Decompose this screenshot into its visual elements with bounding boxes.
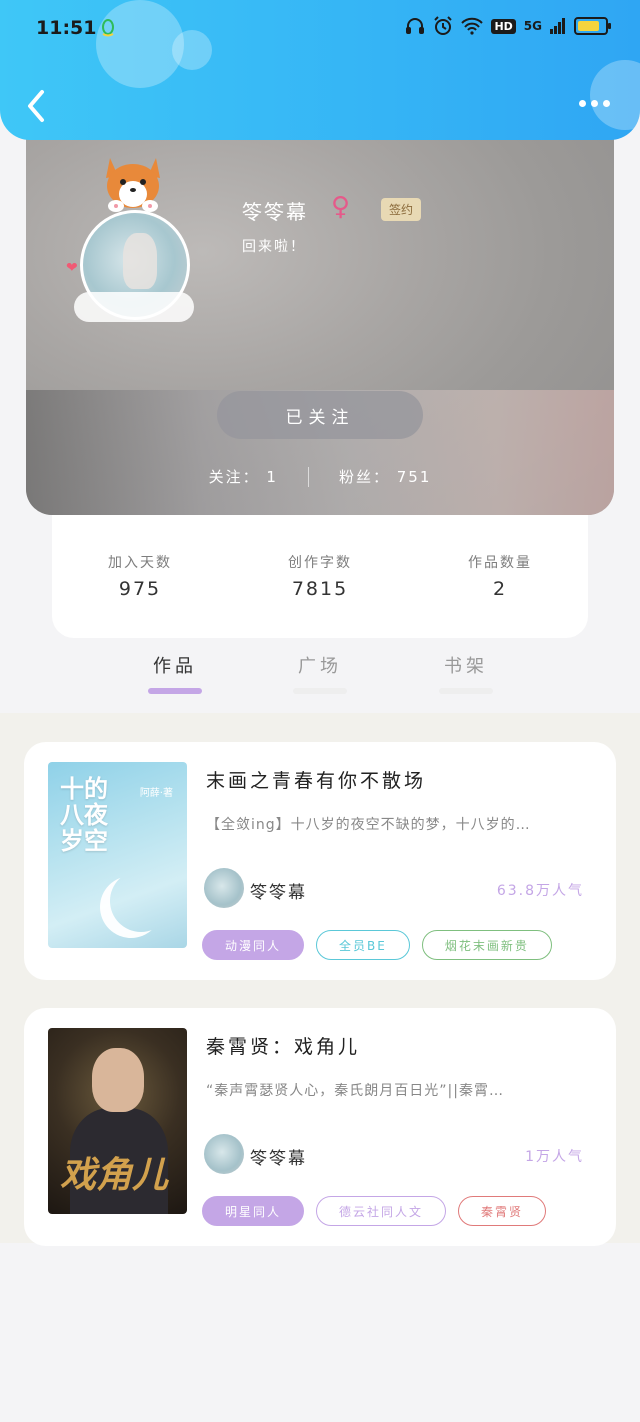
stat-word-count: 创作字数 7815	[250, 552, 390, 600]
signal-bars-icon	[550, 18, 565, 34]
works-list: 十的八夜岁空 阿薛·著 末画之青春有你不散场 【全敛ing】十八岁的夜空不缺的梦…	[0, 713, 640, 1246]
tag[interactable]: 德云社同人文	[316, 1196, 447, 1226]
following-count: 1	[266, 468, 278, 486]
tag[interactable]: 全员BE	[316, 930, 410, 960]
tab-indicator	[293, 688, 347, 694]
tab-bookshelf[interactable]: 书架	[426, 652, 506, 694]
author-name[interactable]: 笭笭幕	[250, 1144, 307, 1169]
tag[interactable]: 明星同人	[202, 1196, 305, 1226]
fans-link[interactable]: 粉丝： 751	[339, 466, 431, 487]
network-type: 5G	[523, 19, 542, 33]
tag[interactable]: 动漫同人	[202, 930, 305, 960]
tab-indicator	[148, 688, 202, 694]
hd-indicator: HD	[491, 18, 516, 34]
follow-stats: 关注： 1 粉丝： 751	[26, 466, 614, 487]
cover-portrait	[92, 1048, 144, 1112]
decor-bubble	[172, 30, 212, 70]
content-tabs: 作品 广场 书架	[0, 652, 640, 712]
author-name[interactable]: 笭笭幕	[250, 878, 307, 903]
tab-label: 广场	[298, 656, 342, 677]
decor-bubble	[590, 60, 640, 130]
tag[interactable]: 烟花末画新贵	[421, 930, 552, 960]
more-dot-icon	[603, 100, 610, 107]
tag-list: 明星同人 德云社同人文 秦霄贤	[202, 1196, 547, 1226]
following-label: 关注：	[208, 468, 260, 486]
tab-label: 作品	[153, 656, 197, 677]
wifi-icon	[461, 17, 484, 35]
alarm-icon	[434, 16, 453, 35]
cover-author: 阿薛·著	[139, 788, 173, 799]
follow-button[interactable]: 已关注	[217, 391, 423, 439]
stat-join-days: 加入天数 975	[70, 552, 210, 600]
avatar-frame-cloud	[74, 292, 194, 322]
tag[interactable]: 秦霄贤	[458, 1196, 547, 1226]
work-card[interactable]: 十的八夜岁空 阿薛·著 末画之青春有你不散场 【全敛ing】十八岁的夜空不缺的梦…	[24, 742, 616, 980]
work-description: 【全敛ing】十八岁的夜空不缺的梦，十八岁的…	[206, 817, 531, 833]
back-button[interactable]	[22, 88, 52, 124]
stat-label: 创作字数	[288, 555, 352, 571]
tab-square[interactable]: 广场	[280, 652, 360, 694]
decor-bubble	[96, 0, 184, 88]
stat-value: 975	[118, 578, 162, 600]
profile-card: ❤ 笭笭幕 ♀ 签约 回来啦！ 已关注 关注： 1 粉丝： 751	[26, 110, 614, 515]
moon-icon	[110, 870, 172, 932]
female-gender-icon: ♀	[331, 192, 351, 222]
tab-works[interactable]: 作品	[135, 652, 215, 694]
tab-indicator	[439, 688, 493, 694]
stat-value: 7815	[291, 578, 349, 600]
status-icons: HD 5G	[405, 16, 611, 36]
more-dot-icon	[591, 100, 598, 107]
avatar[interactable]: ❤	[66, 152, 198, 322]
popularity-count: 63.8万人气	[496, 883, 584, 899]
author-avatar[interactable]	[204, 1134, 244, 1174]
work-title[interactable]: 秦霄贤：戏角儿	[206, 1032, 360, 1059]
following-link[interactable]: 关注： 1	[209, 466, 278, 487]
headphones-icon	[406, 18, 425, 34]
username: 笭笭幕	[242, 200, 308, 224]
stat-works-count: 作品数量 2	[430, 552, 570, 600]
more-options-button[interactable]	[579, 100, 610, 107]
work-title[interactable]: 末画之青春有你不散场	[206, 766, 426, 793]
heart-icon: ❤	[66, 260, 78, 276]
cover-title: 十的八夜岁空	[60, 775, 108, 855]
work-card[interactable]: 戏角儿 秦霄贤：戏角儿 “秦声霄瑟贤人心，秦氏朗月百日光”||秦霄… 笭笭幕 1…	[24, 1008, 616, 1246]
author-avatar[interactable]	[204, 868, 244, 908]
fans-count: 751	[396, 468, 432, 486]
profile-motto: 回来啦！	[242, 239, 306, 255]
tag-list: 动漫同人 全员BE 烟花末画新贵	[202, 930, 552, 960]
popularity-count: 1万人气	[525, 1149, 584, 1165]
stat-label: 加入天数	[108, 555, 172, 571]
corgi-avatar-frame-icon	[106, 158, 160, 212]
work-description: “秦声霄瑟贤人心，秦氏朗月百日光”||秦霄…	[206, 1083, 504, 1099]
stats-divider	[307, 466, 309, 487]
stat-value: 2	[492, 578, 508, 600]
book-cover[interactable]: 十的八夜岁空 阿薛·著	[48, 762, 187, 948]
book-cover[interactable]: 戏角儿	[48, 1028, 187, 1214]
stat-label: 作品数量	[468, 555, 532, 571]
cover-title: 戏角儿	[60, 1155, 169, 1196]
fans-label: 粉丝：	[338, 468, 390, 486]
more-dot-icon	[579, 100, 586, 107]
top-header: 11:51 HD 5G	[0, 0, 640, 140]
qq-notification-icon	[102, 19, 114, 37]
signed-author-badge: 签约	[381, 198, 422, 221]
status-time: 11:51	[36, 17, 97, 39]
tab-label: 书架	[444, 656, 488, 677]
battery-icon	[574, 17, 611, 35]
